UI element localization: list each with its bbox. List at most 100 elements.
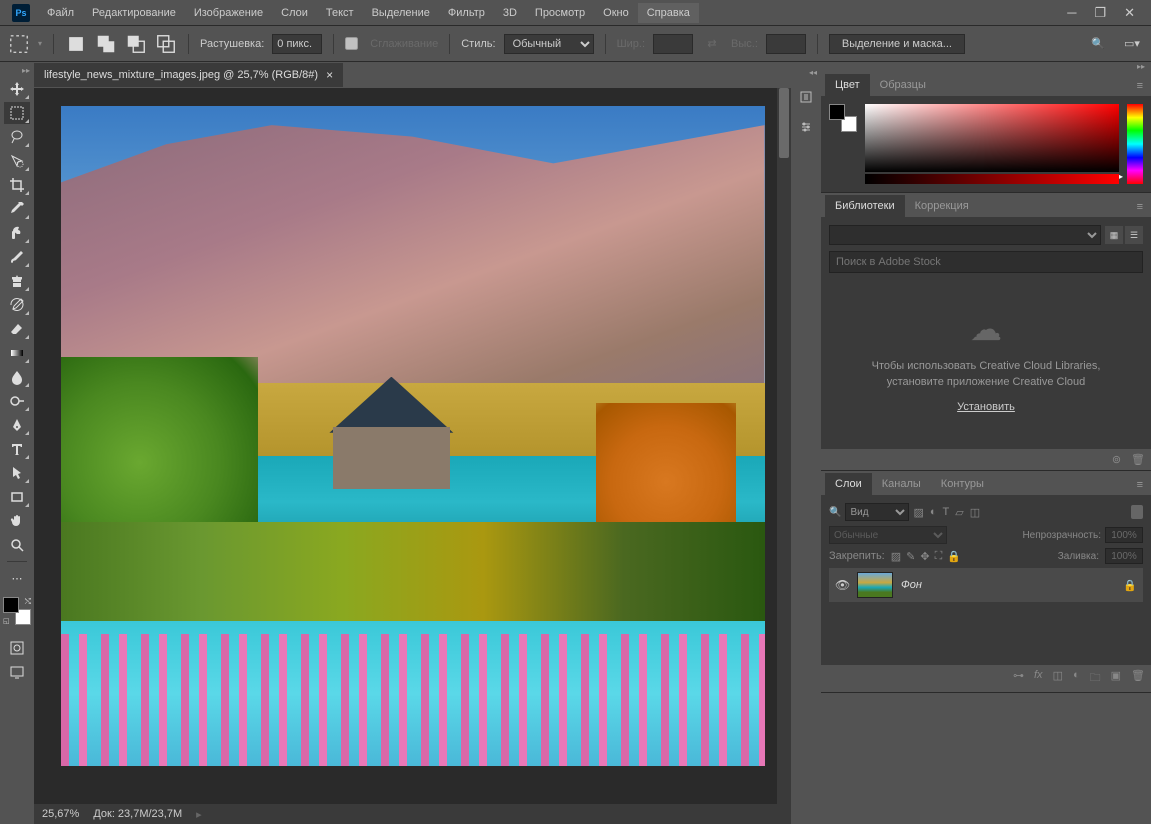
tab-layers[interactable]: Слои bbox=[825, 473, 872, 495]
crop-tool[interactable] bbox=[4, 174, 30, 196]
clone-stamp-tool[interactable] bbox=[4, 270, 30, 292]
visibility-icon[interactable]: 👁 bbox=[835, 578, 849, 592]
filter-shape-icon[interactable]: ▱ bbox=[955, 506, 963, 519]
link-layers-icon[interactable]: ⊶ bbox=[1013, 669, 1024, 688]
zoom-level[interactable]: 25,67% bbox=[42, 808, 79, 820]
eyedropper-tool[interactable] bbox=[4, 198, 30, 220]
layer-mask-icon[interactable]: ◫ bbox=[1053, 669, 1063, 688]
close-button[interactable]: ✕ bbox=[1124, 5, 1135, 21]
menu-выделение[interactable]: Выделение bbox=[363, 3, 439, 23]
menu-просмотр[interactable]: Просмотр bbox=[526, 3, 594, 23]
feather-input[interactable] bbox=[272, 34, 322, 54]
fg-bg-colors[interactable]: ⤭ ◱ bbox=[3, 597, 31, 625]
search-icon[interactable]: 🔍 bbox=[1087, 33, 1109, 55]
menu-файл[interactable]: Файл bbox=[38, 3, 83, 23]
lock-all-icon[interactable]: 🔒 bbox=[947, 550, 961, 563]
minimize-button[interactable]: ─ bbox=[1067, 5, 1076, 21]
menu-фильтр[interactable]: Фильтр bbox=[439, 3, 494, 23]
edit-toolbar-icon[interactable]: ⋯ bbox=[4, 567, 30, 589]
blur-tool[interactable] bbox=[4, 366, 30, 388]
rectangle-tool[interactable] bbox=[4, 486, 30, 508]
history-panel-icon[interactable] bbox=[796, 87, 816, 107]
selection-intersect-icon[interactable] bbox=[155, 33, 177, 55]
tool-preset-icon[interactable] bbox=[8, 33, 30, 55]
adjustment-layer-icon[interactable]: ◐ bbox=[1073, 669, 1080, 688]
group-layers-icon[interactable]: 🗀 bbox=[1090, 669, 1101, 688]
menu-слои[interactable]: Слои bbox=[272, 3, 317, 23]
zoom-tool[interactable] bbox=[4, 534, 30, 556]
selection-new-icon[interactable] bbox=[65, 33, 87, 55]
color-slider[interactable] bbox=[865, 174, 1119, 184]
panel-menu-icon[interactable]: ≡ bbox=[1129, 76, 1151, 96]
grid-view-icon[interactable]: ▦ bbox=[1105, 226, 1123, 244]
menu-изображение[interactable]: Изображение bbox=[185, 3, 272, 23]
filter-toggle[interactable] bbox=[1131, 505, 1143, 519]
menu-окно[interactable]: Окно bbox=[594, 3, 638, 23]
workspace-icon[interactable]: ▭▾ bbox=[1121, 33, 1143, 55]
selection-subtract-icon[interactable] bbox=[125, 33, 147, 55]
marquee-tool[interactable] bbox=[4, 102, 30, 124]
cloud-sync-icon[interactable]: ⊚ bbox=[1112, 453, 1121, 466]
path-select-tool[interactable] bbox=[4, 462, 30, 484]
brush-tool[interactable] bbox=[4, 246, 30, 268]
expand-strip-icon[interactable]: ◂◂ bbox=[809, 68, 821, 77]
select-and-mask-button[interactable]: Выделение и маска... bbox=[829, 34, 965, 54]
panel-fgbg[interactable] bbox=[829, 104, 857, 132]
menu-справка[interactable]: Справка bbox=[638, 3, 699, 23]
gradient-tool[interactable] bbox=[4, 342, 30, 364]
filter-adjust-icon[interactable]: ◐ bbox=[930, 506, 937, 519]
panel-menu-icon[interactable]: ≡ bbox=[1129, 197, 1151, 217]
eraser-tool[interactable] bbox=[4, 318, 30, 340]
tab-libraries[interactable]: Библиотеки bbox=[825, 195, 905, 217]
layer-filter-select[interactable]: Вид bbox=[845, 503, 909, 521]
list-view-icon[interactable]: ☰ bbox=[1125, 226, 1143, 244]
canvas-viewport[interactable] bbox=[34, 88, 791, 804]
dodge-tool[interactable] bbox=[4, 390, 30, 412]
tab-swatches[interactable]: Образцы bbox=[870, 74, 936, 96]
menu-3d[interactable]: 3D bbox=[494, 3, 526, 23]
collapse-panels-icon[interactable]: ▸▸ bbox=[821, 62, 1151, 72]
statusbar-arrow-icon[interactable]: ▸ bbox=[196, 808, 202, 821]
tab-paths[interactable]: Контуры bbox=[931, 473, 994, 495]
toolbar-collapse-icon[interactable]: ▸▸ bbox=[0, 66, 34, 76]
layer-row[interactable]: 👁 Фон 🔒 bbox=[829, 568, 1143, 602]
quick-select-tool[interactable] bbox=[4, 150, 30, 172]
menu-текст[interactable]: Текст bbox=[317, 3, 363, 23]
selection-add-icon[interactable] bbox=[95, 33, 117, 55]
lock-transparent-icon[interactable]: ▨ bbox=[891, 550, 901, 563]
trash-icon[interactable]: 🗑 bbox=[1131, 453, 1145, 466]
history-brush-tool[interactable] bbox=[4, 294, 30, 316]
filter-smart-icon[interactable]: ◫ bbox=[970, 506, 980, 519]
menu-редактирование[interactable]: Редактирование bbox=[83, 3, 185, 23]
properties-panel-icon[interactable] bbox=[796, 117, 816, 137]
maximize-button[interactable]: ❐ bbox=[1094, 5, 1106, 21]
library-search-input[interactable] bbox=[829, 251, 1143, 273]
healing-brush-tool[interactable] bbox=[4, 222, 30, 244]
tab-color[interactable]: Цвет bbox=[825, 74, 870, 96]
lock-position-icon[interactable]: ✥ bbox=[920, 550, 929, 563]
filter-type-icon[interactable]: T bbox=[943, 506, 950, 519]
vertical-scrollbar[interactable] bbox=[777, 88, 791, 804]
swap-colors-icon[interactable]: ⤭ bbox=[25, 597, 31, 607]
filter-image-icon[interactable]: ▨ bbox=[913, 506, 923, 519]
lock-artboard-icon[interactable]: ⛶ bbox=[935, 550, 943, 563]
tab-adjustments[interactable]: Коррекция bbox=[905, 195, 979, 217]
quick-mask-icon[interactable] bbox=[4, 637, 30, 659]
new-layer-icon[interactable]: ▣ bbox=[1111, 669, 1121, 688]
move-tool[interactable] bbox=[4, 78, 30, 100]
layer-thumbnail[interactable] bbox=[857, 572, 893, 598]
pen-tool[interactable] bbox=[4, 414, 30, 436]
hue-strip[interactable] bbox=[1127, 104, 1143, 184]
delete-layer-icon[interactable]: 🗑 bbox=[1131, 669, 1145, 688]
lock-paint-icon[interactable]: ✎ bbox=[906, 550, 915, 563]
install-link[interactable]: Установить bbox=[957, 401, 1015, 413]
style-select[interactable]: Обычный bbox=[504, 34, 594, 54]
layer-lock-icon[interactable]: 🔒 bbox=[1123, 579, 1137, 592]
panel-menu-icon[interactable]: ≡ bbox=[1129, 475, 1151, 495]
layer-name[interactable]: Фон bbox=[901, 579, 1115, 591]
type-tool[interactable] bbox=[4, 438, 30, 460]
color-field[interactable] bbox=[865, 104, 1119, 172]
hand-tool[interactable] bbox=[4, 510, 30, 532]
default-colors-icon[interactable]: ◱ bbox=[3, 617, 10, 625]
tab-channels[interactable]: Каналы bbox=[872, 473, 931, 495]
